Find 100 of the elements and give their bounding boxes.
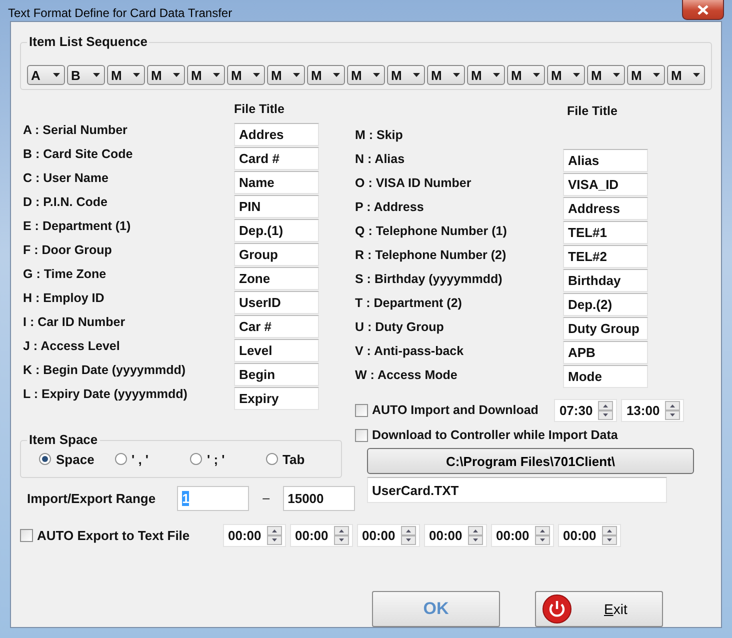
checkbox[interactable]	[355, 404, 368, 416]
title-field[interactable]: Mode	[563, 364, 648, 388]
title-field[interactable]: Group	[234, 242, 319, 266]
range-to-field[interactable]: 15000	[282, 486, 355, 510]
radio-button[interactable]	[266, 453, 278, 465]
spin-arrows-icon[interactable]	[334, 526, 349, 545]
title-field[interactable]: Dep.(2)	[563, 292, 648, 316]
folder-path-button[interactable]: C:\Program Files\701Client\	[367, 448, 694, 474]
sequence-dropdown[interactable]: M	[667, 65, 705, 85]
item-label: S : Birthday (yyyymmdd)	[355, 272, 504, 286]
caret-icon	[93, 73, 100, 77]
radio-button[interactable]	[39, 453, 51, 465]
title-field[interactable]: TEL#1	[563, 220, 648, 244]
spin-arrows-icon[interactable]	[602, 526, 617, 545]
sequence-dropdown[interactable]: M	[187, 65, 225, 85]
sequence-dropdown[interactable]: M	[307, 65, 345, 85]
sequence-dropdown[interactable]: B	[67, 65, 105, 85]
group-label: Item List Sequence	[27, 34, 150, 49]
sequence-dropdown[interactable]: M	[427, 65, 465, 85]
item-label: F : Door Group	[22, 243, 113, 257]
time-field[interactable]: 00:00	[558, 524, 621, 547]
item-label: C : User Name	[22, 171, 110, 185]
sequence-dropdown[interactable]: M	[347, 65, 385, 85]
title-field[interactable]: Addres	[234, 122, 319, 146]
close-icon	[697, 4, 709, 14]
checkbox-label: AUTO Export to Text File	[37, 528, 191, 543]
title-field[interactable]: Begin	[234, 362, 319, 386]
sequence-dropdown[interactable]: M	[547, 65, 585, 85]
title-field[interactable]: Address	[563, 196, 648, 220]
caret-icon	[653, 73, 660, 77]
item-label: B : Card Site Code	[22, 147, 134, 161]
radio-button[interactable]	[114, 453, 126, 465]
time-field[interactable]: 00:00	[357, 524, 420, 547]
time-field[interactable]: 00:00	[290, 524, 353, 547]
item-label: Q : Telephone Number (1)	[355, 224, 508, 238]
time-field[interactable]: 00:00	[424, 524, 487, 547]
title-field[interactable]: Birthday	[563, 268, 648, 292]
sequence-dropdown[interactable]: M	[147, 65, 185, 85]
title-field[interactable]: Level	[234, 338, 319, 362]
title-field[interactable]: Car #	[234, 314, 319, 338]
caret-icon	[453, 73, 460, 77]
sequence-dropdown[interactable]: M	[467, 65, 505, 85]
radio-label: ' ; '	[207, 452, 225, 466]
title-field[interactable]: Alias	[563, 148, 648, 172]
time-field[interactable]: 00:00	[223, 524, 286, 547]
radio-label: ' , '	[132, 452, 149, 466]
title-field[interactable]: Zone	[234, 266, 319, 290]
sequence-dropdown[interactable]: M	[627, 65, 665, 85]
time-field[interactable]: 00:00	[491, 524, 554, 547]
title-field[interactable]: VISA_ID	[563, 172, 648, 196]
sequence-dropdown[interactable]: M	[507, 65, 545, 85]
title-field[interactable]: TEL#2	[563, 244, 648, 268]
exit-button[interactable]: Exit	[535, 591, 663, 627]
spin-arrows-icon[interactable]	[468, 526, 483, 545]
caret-icon	[533, 73, 540, 77]
sequence-dropdown[interactable]: M	[267, 65, 305, 85]
spin-arrows-icon[interactable]	[535, 526, 550, 545]
spin-arrows-icon[interactable]	[401, 526, 416, 545]
radio-label: Space	[56, 452, 94, 466]
title-field[interactable]: PIN	[234, 194, 319, 218]
spin-arrows-icon[interactable]	[598, 400, 614, 420]
caret-icon	[293, 73, 300, 77]
caret-icon	[173, 73, 180, 77]
caret-icon	[133, 73, 140, 77]
item-label: P : Address	[355, 200, 425, 214]
caret-icon	[493, 73, 500, 77]
checkbox[interactable]	[20, 529, 33, 542]
item-label: W : Access Mode	[355, 368, 458, 382]
title-field[interactable]: Name	[234, 170, 319, 194]
sequence-dropdown[interactable]: M	[227, 65, 265, 85]
title-field[interactable]: Duty Group	[563, 316, 648, 340]
title-field[interactable]: Dep.(1)	[234, 218, 319, 242]
title-field[interactable]: Expiry	[234, 386, 319, 410]
caret-icon	[53, 73, 60, 77]
checkbox[interactable]	[355, 428, 368, 442]
item-label: M : Skip	[355, 128, 404, 142]
sequence-dropdown[interactable]: A	[27, 65, 65, 85]
time-field[interactable]: 13:00	[621, 398, 684, 422]
spin-arrows-icon[interactable]	[267, 526, 282, 545]
sequence-dropdown[interactable]: M	[587, 65, 625, 85]
caret-icon	[413, 73, 420, 77]
spin-arrows-icon[interactable]	[665, 400, 680, 420]
item-label: K : Begin Date (yyyymmdd)	[22, 363, 187, 377]
item-label: T : Department (2)	[355, 296, 463, 310]
item-label: R : Telephone Number (2)	[355, 248, 508, 262]
title-field[interactable]: APB	[563, 340, 648, 364]
close-button[interactable]	[682, 0, 724, 20]
window-title: Text Format Define for Card Data Transfer	[8, 6, 232, 20]
item-label: V : Anti-pass-back	[355, 344, 465, 358]
caret-icon	[213, 73, 220, 77]
item-label: N : Alias	[355, 152, 406, 166]
sequence-dropdown[interactable]: M	[107, 65, 145, 85]
title-field[interactable]: Card #	[234, 146, 319, 170]
sequence-dropdown[interactable]: M	[387, 65, 425, 85]
column-header: File Title	[567, 104, 618, 118]
radio-button[interactable]	[190, 453, 202, 465]
title-field[interactable]: UserID	[234, 290, 319, 314]
checkbox-label: Download to Controller while Import Data	[372, 428, 618, 442]
time-field[interactable]: 07:30	[554, 398, 618, 422]
file-name-field[interactable]: UserCard.TXT	[367, 477, 667, 503]
